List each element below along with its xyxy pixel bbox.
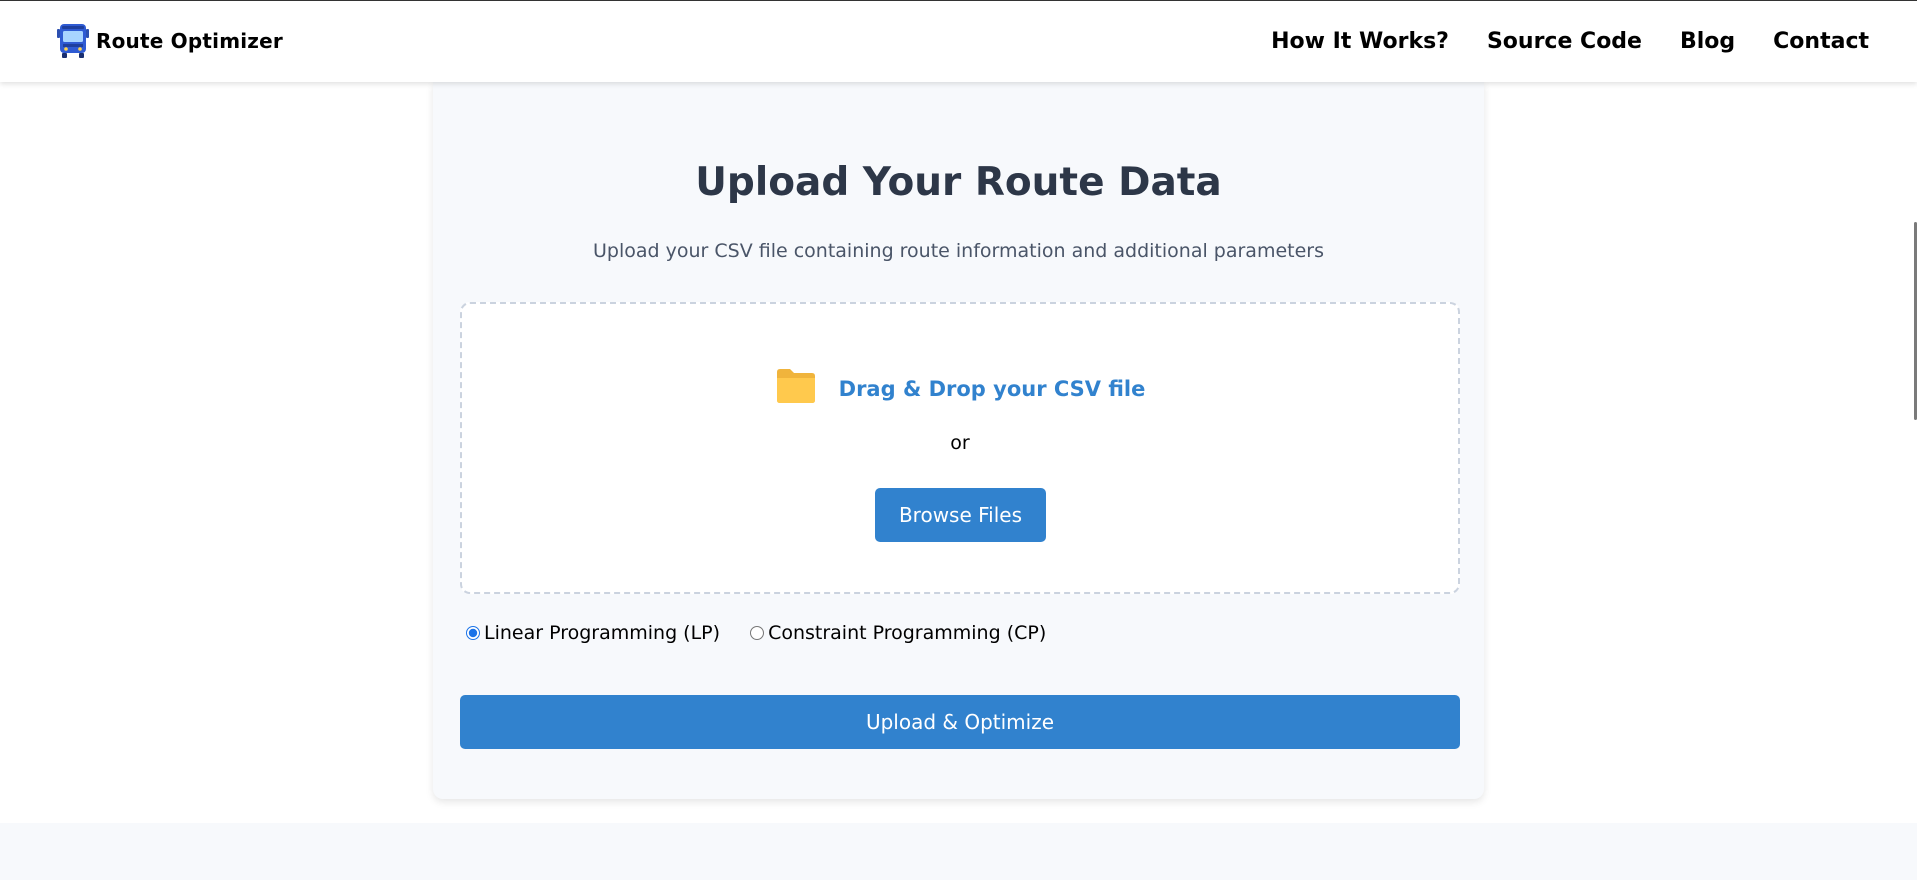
csv-dropzone[interactable]: Drag & Drop your CSV file or Browse File… xyxy=(460,302,1460,594)
brand-name: Route Optimizer xyxy=(96,29,283,53)
method-options: Linear Programming (LP) Constraint Progr… xyxy=(466,622,1046,644)
nav-link-source-code[interactable]: Source Code xyxy=(1487,29,1642,54)
upload-subtitle: Upload your CSV file containing route in… xyxy=(593,240,1324,262)
method-label-cp: Constraint Programming (CP) xyxy=(768,622,1047,644)
radio-lp[interactable] xyxy=(466,626,480,640)
radio-cp[interactable] xyxy=(750,626,765,640)
upload-title: Upload Your Route Data xyxy=(695,160,1222,205)
drop-label: Drag & Drop your CSV file xyxy=(838,377,1146,401)
or-separator: or xyxy=(950,432,970,454)
nav-link-blog[interactable]: Blog xyxy=(1680,29,1735,54)
top-navbar: Route Optimizer How It Works? Source Cod… xyxy=(0,0,1917,82)
method-option-cp[interactable]: Constraint Programming (CP) xyxy=(750,622,1046,644)
upload-optimize-button[interactable]: Upload & Optimize xyxy=(460,695,1460,749)
method-label-lp: Linear Programming (LP) xyxy=(484,622,721,644)
folder-icon xyxy=(776,369,815,403)
bus-icon xyxy=(57,24,89,58)
brand-logo-link[interactable]: Route Optimizer xyxy=(56,23,283,59)
next-section-background xyxy=(0,823,1917,880)
nav-link-how-it-works[interactable]: How It Works? xyxy=(1271,29,1449,54)
method-option-lp[interactable]: Linear Programming (LP) xyxy=(466,622,720,644)
browse-files-button[interactable]: Browse Files xyxy=(875,488,1046,542)
dropzone-prompt: Drag & Drop your CSV file xyxy=(462,366,1458,404)
upload-card: Upload Your Route Data Upload your CSV f… xyxy=(433,82,1484,799)
main-nav: How It Works? Source Code Blog Contact xyxy=(1271,29,1869,54)
nav-link-contact[interactable]: Contact xyxy=(1773,29,1869,54)
